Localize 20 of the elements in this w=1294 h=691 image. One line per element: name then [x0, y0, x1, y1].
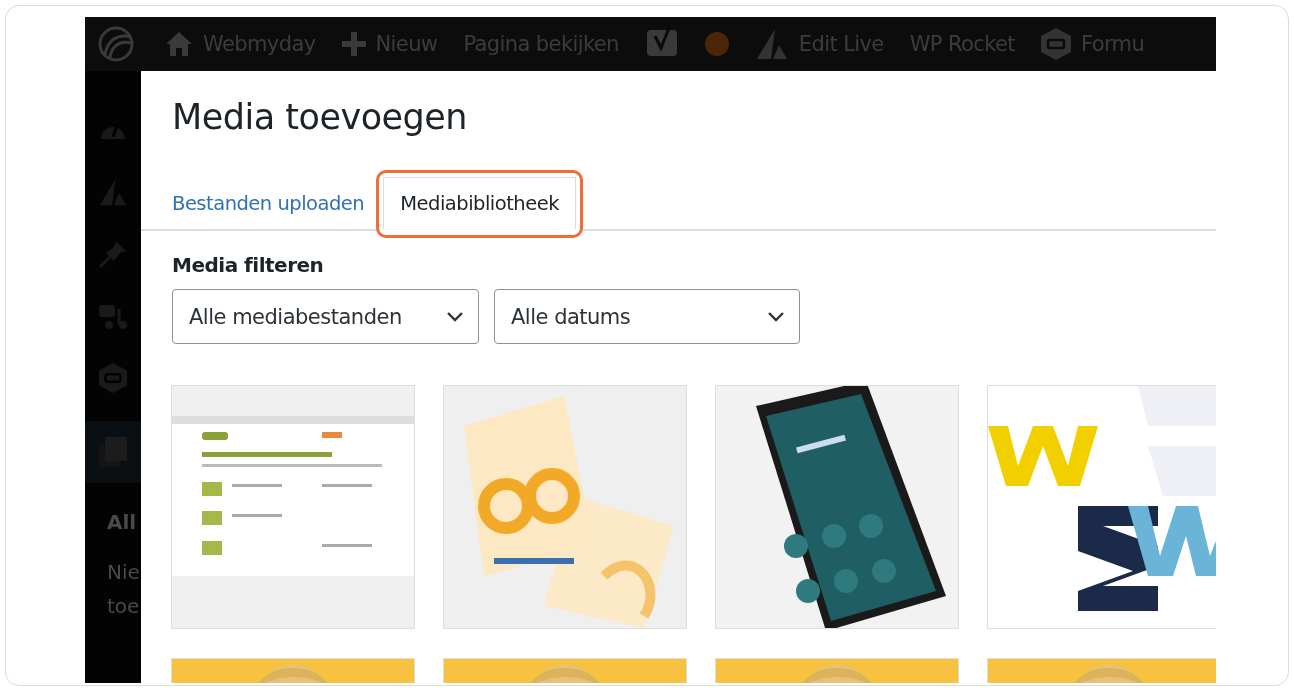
sidebar-link[interactable]: toe — [107, 589, 141, 623]
home-icon[interactable] — [165, 31, 193, 57]
triangle-icon[interactable] — [754, 29, 789, 59]
sidebar-link[interactable]: All — [107, 505, 141, 539]
modal-title: Media toevoegen — [172, 97, 468, 137]
filter-label: Media filteren — [172, 253, 325, 277]
chevron-down-icon — [767, 311, 785, 322]
tab[interactable]: Bestanden uploaden — [172, 192, 377, 229]
filter-dropdown[interactable]: Alle mediabestanden — [172, 289, 479, 344]
tab[interactable]: Mediabibliotheek — [383, 177, 576, 229]
plus-icon[interactable] — [341, 32, 366, 56]
sidebar-link[interactable]: Nie — [107, 555, 141, 589]
hexagon-icon[interactable] — [1040, 28, 1071, 60]
sidebar-item[interactable] — [85, 421, 141, 483]
filter-dropdown[interactable]: Alle datums — [494, 289, 800, 344]
triangle-icon — [98, 177, 128, 207]
swirl-logo-icon[interactable] — [97, 25, 135, 63]
chevron-down-icon — [446, 311, 464, 322]
hexagon-icon — [99, 363, 127, 393]
status-dot-icon[interactable] — [704, 32, 729, 56]
